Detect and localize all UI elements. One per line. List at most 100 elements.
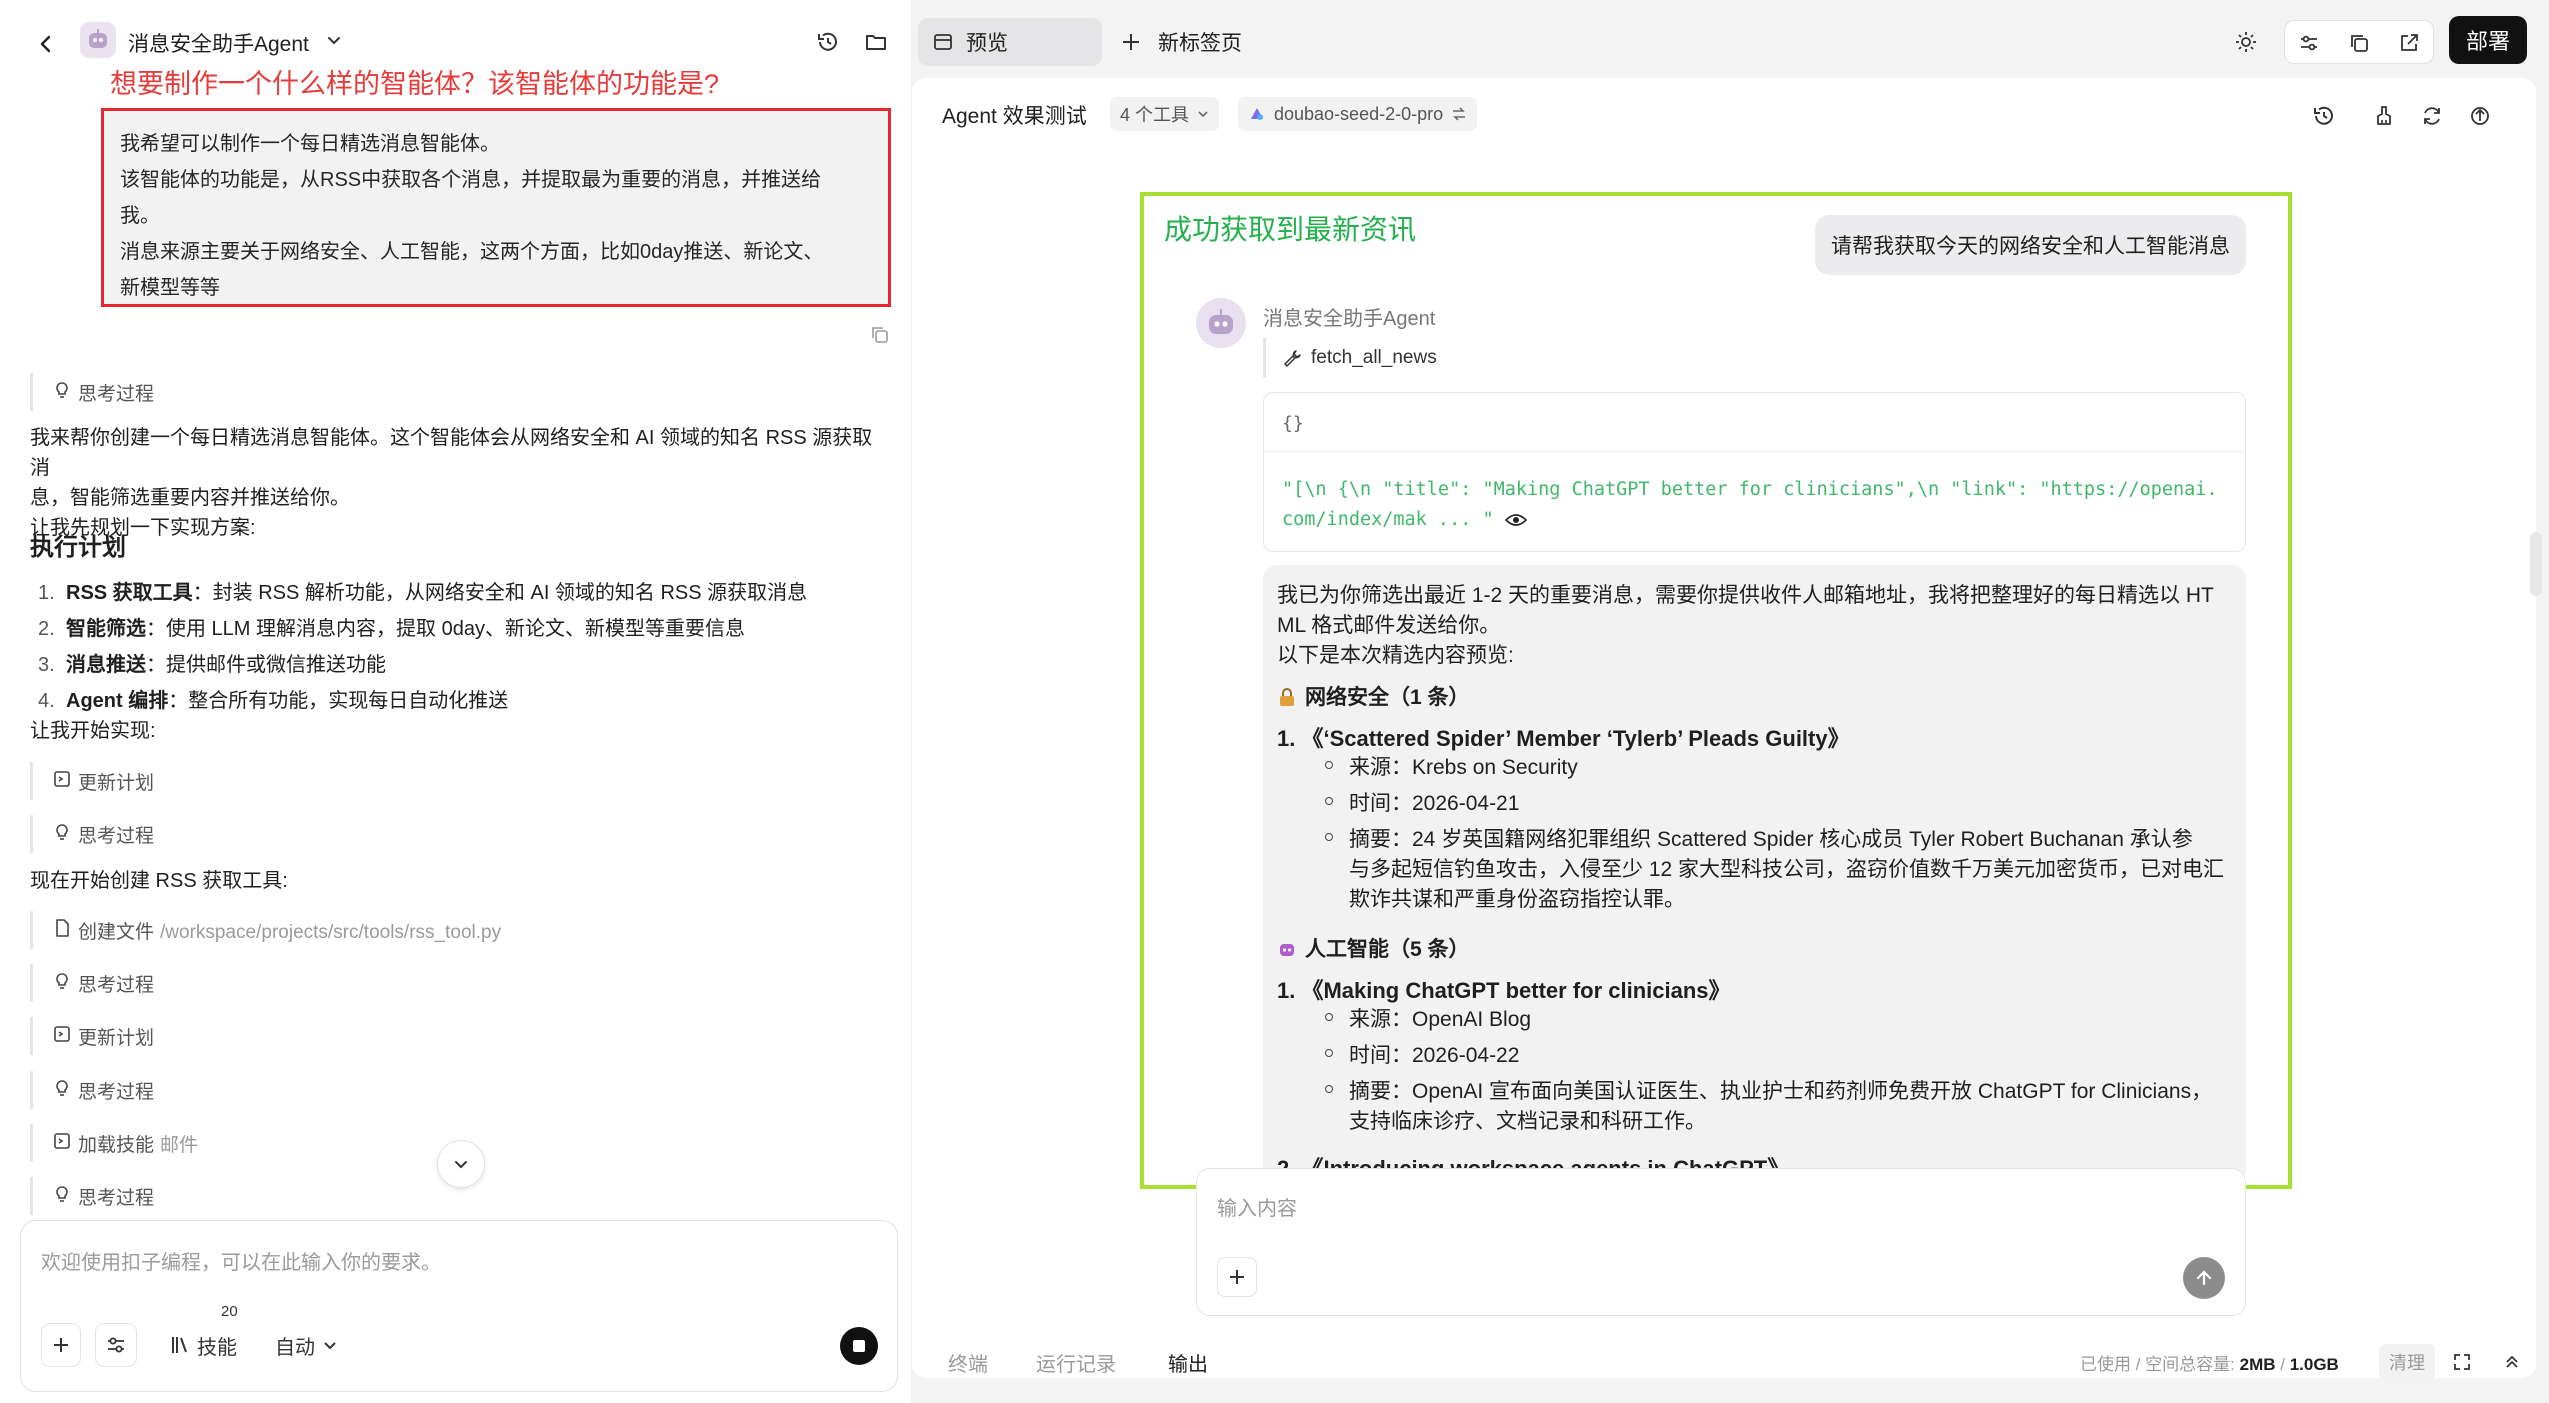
chevron-down-icon bbox=[328, 37, 340, 45]
create-file-step[interactable]: 创建文件/workspace/projects/src/tools/rss_to… bbox=[30, 911, 830, 949]
tab-output[interactable]: 输出 bbox=[1168, 1348, 1208, 1377]
intro-line: 消息来源主要关于网络安全、人工智能，这两个方面，比如0day推送、新论文、 bbox=[120, 241, 824, 263]
refresh-icon bbox=[2424, 107, 2440, 125]
collapse-panel-button[interactable] bbox=[2498, 1348, 2526, 1376]
folder-icon bbox=[866, 35, 886, 50]
plan-item: 4. Agent 编排：整合所有功能，实现每日自动化推送 bbox=[38, 690, 509, 712]
history-icon bbox=[2314, 106, 2333, 125]
start-text: 让我开始实现: bbox=[30, 720, 156, 742]
agent-avatar bbox=[80, 22, 116, 58]
window-icon bbox=[934, 34, 952, 50]
user-message: 请帮我获取今天的网络安全和人工智能消息 bbox=[1815, 215, 2246, 275]
bot-avatar bbox=[1196, 298, 1246, 348]
agent-title[interactable]: 消息安全助手Agent bbox=[128, 28, 309, 58]
chevron-left-icon bbox=[40, 35, 51, 53]
eye-icon[interactable] bbox=[1504, 512, 1527, 528]
reset-icon bbox=[2471, 107, 2489, 125]
message-input[interactable] bbox=[1217, 1191, 2197, 1227]
section-ai: 人工智能（5 条） bbox=[1277, 933, 1470, 963]
tool-result: "[\n {\n "title": "Making ChatGPT better… bbox=[1282, 479, 2218, 530]
stop-button[interactable] bbox=[840, 1327, 878, 1365]
robot-icon bbox=[89, 29, 107, 48]
model-icon bbox=[1251, 108, 1263, 120]
back-button[interactable] bbox=[26, 24, 66, 64]
library-icon bbox=[172, 1337, 187, 1353]
history-button[interactable] bbox=[806, 20, 850, 64]
think-step[interactable]: 思考过程 bbox=[30, 1177, 430, 1215]
scroll-down-button[interactable] bbox=[437, 1140, 485, 1188]
update-plan-step[interactable]: 更新计划 bbox=[30, 762, 430, 800]
tool-output: {} "[\n {\n "title": "Making ChatGPT bet… bbox=[1263, 392, 2246, 552]
plus-icon bbox=[54, 1338, 68, 1352]
tools-chip[interactable]: 4 个工具 bbox=[1110, 97, 1220, 131]
lightbulb-icon bbox=[52, 971, 72, 991]
copy-button[interactable] bbox=[868, 323, 892, 347]
plan-icon bbox=[52, 769, 72, 789]
intro-line: 我希望可以制作一个每日精选消息智能体。 bbox=[120, 133, 500, 155]
news-item-title[interactable]: 1. 《Making ChatGPT better for clinicians… bbox=[1277, 973, 1731, 1005]
create-rss-text: 现在开始创建 RSS 获取工具: bbox=[30, 870, 288, 892]
add-button[interactable] bbox=[41, 1323, 81, 1367]
send-button[interactable] bbox=[2183, 1257, 2225, 1299]
section-security: 网络安全（1 条） bbox=[1277, 681, 1470, 711]
wrench-icon bbox=[1284, 350, 1301, 367]
test-title: Agent 效果测试 bbox=[942, 105, 1087, 128]
update-plan-step[interactable]: 更新计划 bbox=[30, 1017, 430, 1055]
left-chat-panel: 消息安全助手Agent 想要制作一个什么样的智能体？该智能体的功能是? 我希望可… bbox=[0, 0, 911, 1403]
load-skill-step[interactable]: 加载技能 邮件 bbox=[30, 1124, 430, 1162]
theme-toggle[interactable] bbox=[2224, 20, 2268, 64]
think-step[interactable]: 思考过程 bbox=[30, 964, 430, 1002]
reset-button[interactable] bbox=[2458, 94, 2502, 138]
news-item-title[interactable]: 1. 《‘Scattered Spider’ Member ‘Tylerb’ P… bbox=[1277, 721, 1850, 753]
arrow-up-icon bbox=[2196, 1270, 2212, 1286]
plan-heading: 执行计划 bbox=[30, 534, 126, 561]
lightbulb-icon bbox=[52, 1078, 72, 1098]
chat-input[interactable] bbox=[41, 1243, 861, 1283]
file-path: /workspace/projects/src/tools/rss_tool.p… bbox=[160, 922, 502, 943]
external-link-icon bbox=[2401, 34, 2418, 51]
lightbulb-icon bbox=[52, 822, 72, 842]
skills-button[interactable]: 技能 bbox=[149, 1323, 257, 1367]
sliders-icon bbox=[108, 1337, 124, 1353]
tab-runs[interactable]: 运行记录 bbox=[1036, 1348, 1116, 1377]
tab-preview[interactable]: 预览 bbox=[918, 18, 1102, 66]
clean-button[interactable] bbox=[2362, 94, 2406, 138]
history-button[interactable] bbox=[2302, 94, 2346, 138]
chat-input-area: 技能 20 自动 bbox=[20, 1220, 898, 1392]
skills-count: 20 bbox=[221, 1303, 238, 1320]
resize-handle[interactable] bbox=[2530, 532, 2542, 596]
plan-item: 2. 智能筛选：使用 LLM 理解消息内容，提取 0day、新论文、新模型等重要信… bbox=[38, 618, 745, 640]
tool-call[interactable]: fetch_all_news bbox=[1263, 338, 1437, 378]
plan-item: 1. RSS 获取工具：封装 RSS 解析功能，从网络安全和 AI 领域的知名 R… bbox=[38, 582, 808, 604]
question-annotation: 想要制作一个什么样的智能体？该智能体的功能是? bbox=[110, 69, 720, 99]
intro-line: 该智能体的功能是，从RSS中获取各个消息，并提取最为重要的消息，并推送给 bbox=[120, 169, 822, 191]
new-tab-button[interactable]: 新标签页 bbox=[1120, 18, 1242, 66]
think-step[interactable]: 思考过程 bbox=[30, 373, 430, 411]
clear-button[interactable]: 清理 bbox=[2379, 1344, 2435, 1380]
duplicate-button[interactable] bbox=[2341, 25, 2377, 61]
open-external-button[interactable] bbox=[2391, 25, 2427, 61]
chevron-down-icon bbox=[1198, 111, 1208, 118]
config-button[interactable] bbox=[2291, 25, 2327, 61]
think-step[interactable]: 思考过程 bbox=[30, 1071, 430, 1109]
toolbar-group bbox=[2284, 20, 2434, 64]
add-button[interactable] bbox=[1217, 1257, 1257, 1297]
settings-button[interactable] bbox=[95, 1323, 137, 1367]
robot-icon bbox=[1280, 944, 1294, 956]
think-step[interactable]: 思考过程 bbox=[30, 815, 430, 853]
refresh-button[interactable] bbox=[2410, 94, 2454, 138]
tab-terminal[interactable]: 终端 bbox=[948, 1348, 988, 1377]
chevron-down-icon bbox=[455, 1161, 467, 1169]
bottom-panel-bar: 终端 运行记录 输出 已使用 / 空间总容量: 2MB / 1.0GB 清理 bbox=[912, 1336, 2536, 1388]
skill-name: 邮件 bbox=[160, 1135, 199, 1156]
history-icon bbox=[818, 32, 837, 51]
mode-select[interactable]: 自动 bbox=[259, 1323, 353, 1367]
deploy-button[interactable]: 部署 bbox=[2449, 16, 2527, 64]
folder-button[interactable] bbox=[854, 20, 898, 64]
fullscreen-button[interactable] bbox=[2448, 1348, 2476, 1376]
expand-icon bbox=[2454, 1354, 2470, 1370]
intro-line: 我。 bbox=[120, 205, 160, 227]
broom-icon bbox=[2377, 106, 2391, 125]
agent-dropdown[interactable] bbox=[322, 28, 346, 52]
model-chip[interactable]: doubao-seed-2-0-pro bbox=[1238, 97, 1478, 131]
